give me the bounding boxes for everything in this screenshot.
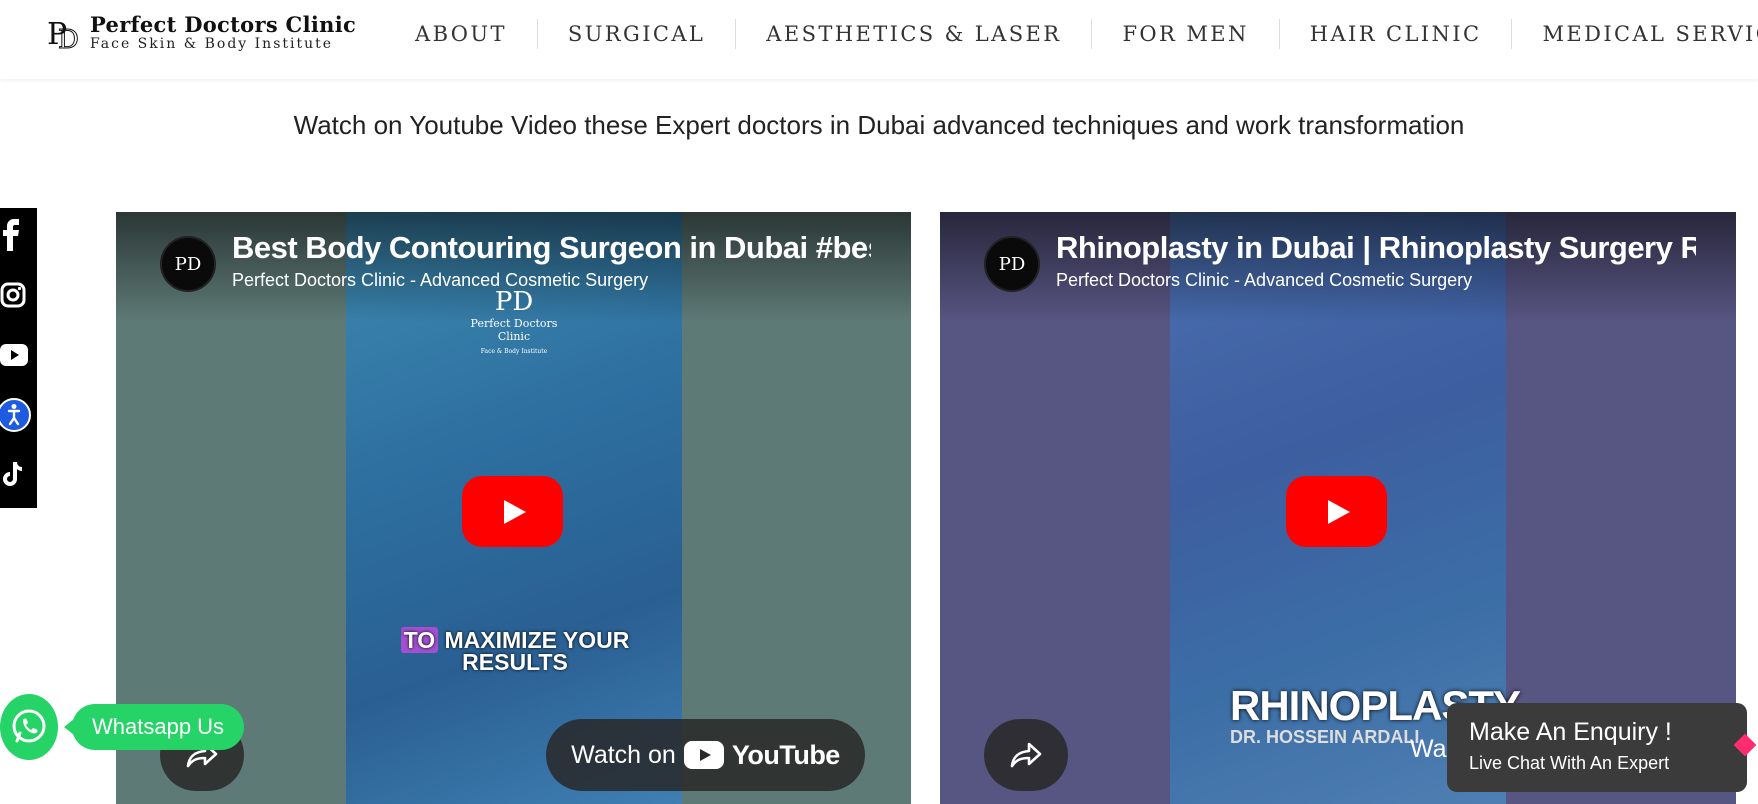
social-sidebar bbox=[0, 208, 37, 508]
nav-hair-clinic[interactable]: HAIR CLINIC bbox=[1280, 19, 1513, 49]
nav-aesthetics-laser[interactable]: AESTHETICS & LASER bbox=[736, 19, 1093, 49]
video-title[interactable]: Best Body Contouring Surgeon in Dubai #b… bbox=[232, 230, 871, 266]
accessibility-icon[interactable] bbox=[0, 398, 31, 432]
logo-monogram-icon: P D bbox=[47, 17, 79, 52]
notification-dot bbox=[1733, 733, 1757, 757]
thumbnail-logo: PD Perfect Doctors Clinic Face & Body In… bbox=[459, 287, 569, 356]
svg-text:D: D bbox=[58, 25, 79, 52]
logo-monogram-icon: PD bbox=[494, 287, 534, 317]
logo-name: Perfect Doctors Clinic bbox=[90, 12, 357, 37]
whatsapp-label[interactable]: Whatsapp Us bbox=[63, 704, 245, 750]
facebook-icon[interactable] bbox=[0, 218, 30, 252]
clinic-logo[interactable]: P D Perfect Doctors Clinic Face Skin & B… bbox=[46, 12, 357, 53]
watch-on-youtube-button[interactable]: Watch on YouTube bbox=[546, 719, 865, 791]
thumbnail-caption: TO MAXIMIZE YOUR RESULTS bbox=[395, 627, 635, 674]
site-header: P D Perfect Doctors Clinic Face Skin & B… bbox=[0, 0, 1758, 79]
logo-tagline: Face Skin & Body Institute bbox=[90, 36, 334, 52]
watch-on-youtube-partial: Wa bbox=[1410, 735, 1447, 763]
nav-about[interactable]: ABOUT bbox=[385, 19, 538, 49]
share-button[interactable] bbox=[984, 719, 1068, 791]
whatsapp-icon[interactable] bbox=[0, 694, 58, 760]
instagram-icon[interactable] bbox=[0, 278, 30, 312]
thumbnail-overlay-doctor: DR. HOSSEIN ARDALI bbox=[1230, 727, 1420, 747]
channel-avatar[interactable]: PD bbox=[984, 236, 1040, 292]
youtube-icon[interactable] bbox=[0, 338, 30, 372]
intro-text: Watch on Youtube Video these Expert doct… bbox=[293, 110, 1465, 140]
channel-avatar[interactable]: PD bbox=[160, 236, 216, 292]
video-title[interactable]: Rhinoplasty in Dubai | Rhinoplasty Surge… bbox=[1056, 230, 1696, 266]
whatsapp-widget[interactable]: Whatsapp Us bbox=[0, 694, 245, 760]
video-channel-name[interactable]: Perfect Doctors Clinic - Advanced Cosmet… bbox=[1056, 270, 1472, 291]
video-channel-name[interactable]: Perfect Doctors Clinic - Advanced Cosmet… bbox=[232, 270, 648, 291]
play-button[interactable] bbox=[462, 476, 563, 547]
main-nav: ABOUT SURGICAL AESTHETICS & LASER FOR ME… bbox=[385, 0, 1758, 68]
enquiry-subtitle: Live Chat With An Expert bbox=[1469, 753, 1670, 773]
nav-medical-services[interactable]: MEDICAL SERVICES bbox=[1512, 19, 1758, 49]
enquiry-title: Make An Enquiry ! bbox=[1469, 718, 1672, 746]
youtube-logo-icon bbox=[683, 741, 724, 769]
enquiry-chat-widget[interactable]: Make An Enquiry ! Live Chat With An Expe… bbox=[1447, 703, 1757, 792]
tiktok-icon[interactable] bbox=[0, 458, 30, 492]
nav-surgical[interactable]: SURGICAL bbox=[538, 19, 737, 49]
play-button[interactable] bbox=[1286, 476, 1387, 547]
nav-for-men[interactable]: FOR MEN bbox=[1092, 19, 1280, 49]
